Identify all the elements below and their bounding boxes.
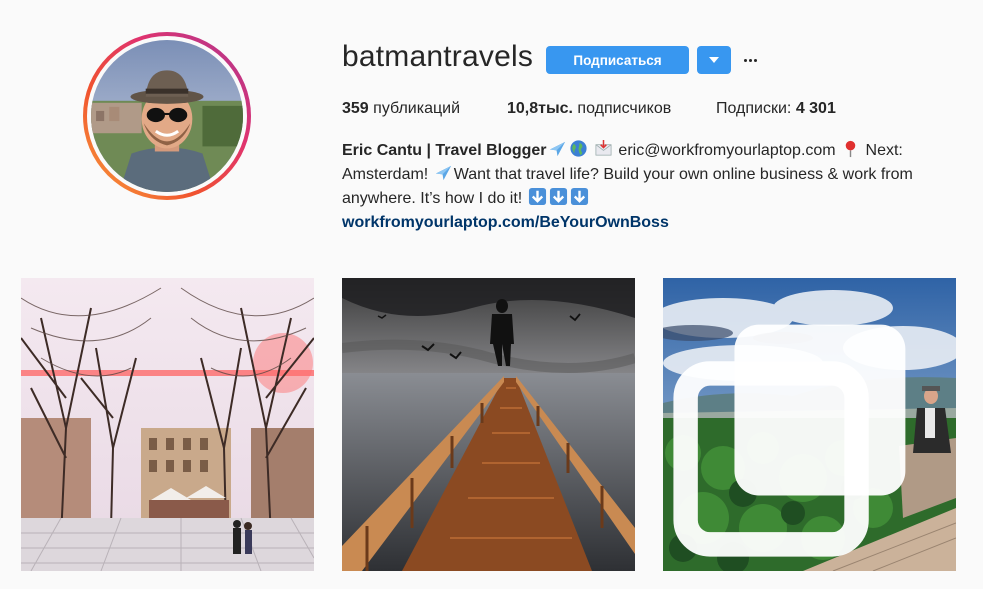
followers-stat[interactable]: 10,8тыс. подписчиков [507,100,671,118]
pin-icon [845,140,856,158]
profile-page: batmantravels Подписаться 359 публикаций… [0,0,983,589]
post-pier-levitation[interactable] [342,278,635,571]
username: batmantravels [342,40,534,73]
envelope-icon [595,139,612,156]
bio-website-link[interactable]: workfromyourlaptop.com/BeYourOwnBoss [342,211,942,235]
bio-pitch: Want that travel life? Build your own on… [453,166,913,183]
bio-email: eric@workfromyourlaptop.com [613,142,841,159]
more-options-button[interactable] [740,50,760,70]
following-count: 4 301 [795,100,836,117]
suggestions-dropdown-button[interactable] [697,46,731,74]
bio-next: Next: [861,142,903,159]
airplane-icon [549,141,565,157]
post-forest-overlook[interactable] [663,278,956,571]
follow-button[interactable]: Подписаться [546,46,689,74]
bio-line-3: anywhere. It’s how I do it! [342,187,942,211]
post-tree-lined-plaza[interactable] [21,278,314,571]
bio-amsterdam: Amsterdam! [342,166,433,183]
profile-bio: Eric Cantu | Travel Blogger eric@workfro… [342,139,942,235]
down-arrow-icon [570,187,588,206]
bio-line-2: Amsterdam! Want that travel life? Build … [342,163,942,187]
airplane-icon [435,165,451,181]
posts-stat: 359 публикаций [342,100,460,118]
following-stat[interactable]: Подписки: 4 301 [716,100,836,118]
down-arrow-icon [528,187,546,206]
down-arrow-icon [549,187,567,206]
bio-full-name: Eric Cantu | Travel Blogger [342,142,547,159]
posts-label: публикаций [368,100,460,117]
globe-icon [569,140,587,157]
following-label: Подписки: [716,100,796,117]
bio-line-1: Eric Cantu | Travel Blogger eric@workfro… [342,139,942,163]
carousel-icon [673,324,906,557]
posts-count: 359 [342,100,369,117]
profile-stats: 359 публикаций 10,8тыс. подписчиков Подп… [0,100,983,122]
chevron-down-icon [709,57,719,63]
more-icon [743,58,757,62]
bio-tagline: anywhere. It’s how I do it! [342,190,527,207]
followers-label: подписчиков [572,100,672,117]
followers-count: 10,8тыс. [507,100,573,117]
